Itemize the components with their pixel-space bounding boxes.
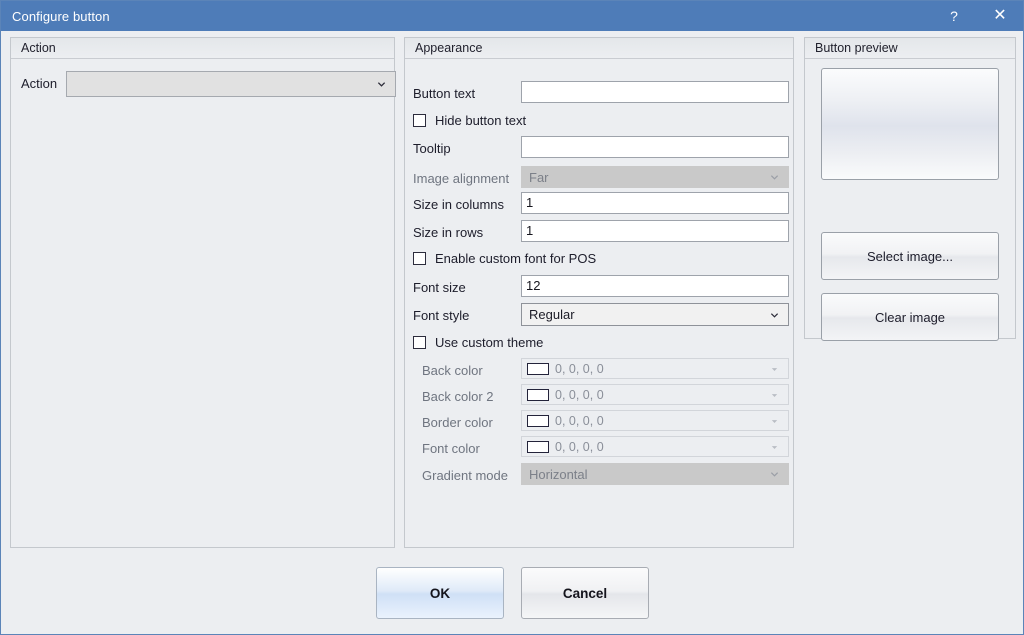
close-icon[interactable]: ✕ [977,1,1023,31]
title-bar: Configure button ? ✕ [1,1,1023,31]
font-color-value: 0, 0, 0, 0 [555,440,604,454]
chevron-down-icon [377,80,386,89]
configure-button-dialog: Configure button ? ✕ Action Action Appea… [0,0,1024,635]
back-color-label: Back color [422,363,483,379]
dropdown-triangle-icon [770,442,779,451]
size-rows-label: Size in rows [413,225,483,241]
clear-image-button[interactable]: Clear image [821,293,999,341]
tooltip-input[interactable] [521,136,789,158]
use-custom-theme-label: Use custom theme [435,335,543,350]
image-alignment-combobox[interactable]: Far [521,166,789,188]
chevron-down-icon [770,310,779,319]
dropdown-triangle-icon [770,364,779,373]
size-columns-input[interactable]: 1 [521,192,789,214]
appearance-group: Appearance Button text Hide button text … [404,37,794,548]
hide-button-text-label: Hide button text [435,113,526,128]
dropdown-triangle-icon [770,416,779,425]
tooltip-label: Tooltip [413,141,451,157]
font-color-label: Font color [422,441,480,457]
enable-custom-font-checkbox[interactable] [413,252,426,265]
enable-custom-font-label: Enable custom font for POS [435,251,596,266]
image-alignment-label: Image alignment [413,171,509,187]
appearance-group-header: Appearance [405,38,793,59]
dropdown-triangle-icon [770,390,779,399]
back-color2-value: 0, 0, 0, 0 [555,388,604,402]
appearance-group-title: Appearance [415,41,482,55]
button-preview-group-title: Button preview [815,41,898,55]
action-group: Action Action [10,37,395,548]
color-swatch-icon [527,415,549,427]
border-color-label: Border color [422,415,493,431]
back-color2-combobox[interactable]: 0, 0, 0, 0 [521,384,789,405]
image-alignment-value: Far [529,170,549,185]
back-color-value: 0, 0, 0, 0 [555,362,604,376]
help-icon[interactable]: ? [931,1,977,31]
font-size-input[interactable]: 12 [521,275,789,297]
appearance-group-body: Button text Hide button text Tooltip Ima… [405,59,793,547]
size-columns-label: Size in columns [413,197,504,213]
color-swatch-icon [527,389,549,401]
font-color-combobox[interactable]: 0, 0, 0, 0 [521,436,789,457]
border-color-combobox[interactable]: 0, 0, 0, 0 [521,410,789,431]
window-title: Configure button [1,9,110,24]
font-style-value: Regular [529,307,575,322]
hide-button-text-checkbox[interactable] [413,114,426,127]
button-preview-group-body: Select image... Clear image [805,59,1015,338]
button-preview-group-header: Button preview [805,38,1015,59]
use-custom-theme-checkbox[interactable] [413,336,426,349]
size-rows-input[interactable]: 1 [521,220,789,242]
color-swatch-icon [527,441,549,453]
back-color2-label: Back color 2 [422,389,494,405]
cancel-button[interactable]: Cancel [521,567,649,619]
ok-button[interactable]: OK [376,567,504,619]
font-style-label: Font style [413,308,469,324]
button-text-label: Button text [413,86,475,102]
button-preview-area [821,68,999,180]
select-image-button[interactable]: Select image... [821,232,999,280]
color-swatch-icon [527,363,549,375]
chevron-down-icon [770,173,779,182]
hide-button-text-checkbox-row[interactable]: Hide button text [413,113,526,128]
action-group-body: Action [11,59,394,547]
font-style-combobox[interactable]: Regular [521,303,789,326]
button-text-input[interactable] [521,81,789,103]
font-size-label: Font size [413,280,466,296]
border-color-value: 0, 0, 0, 0 [555,414,604,428]
action-combobox[interactable] [66,71,396,97]
action-group-header: Action [11,38,394,59]
gradient-mode-combobox[interactable]: Horizontal [521,463,789,485]
gradient-mode-label: Gradient mode [422,468,508,484]
button-preview-group: Button preview Select image... Clear ima… [804,37,1016,339]
action-group-title: Action [21,41,56,55]
enable-custom-font-checkbox-row[interactable]: Enable custom font for POS [413,251,596,266]
use-custom-theme-checkbox-row[interactable]: Use custom theme [413,335,543,350]
action-label: Action [21,76,57,92]
gradient-mode-value: Horizontal [529,467,588,482]
chevron-down-icon [770,470,779,479]
back-color-combobox[interactable]: 0, 0, 0, 0 [521,358,789,379]
